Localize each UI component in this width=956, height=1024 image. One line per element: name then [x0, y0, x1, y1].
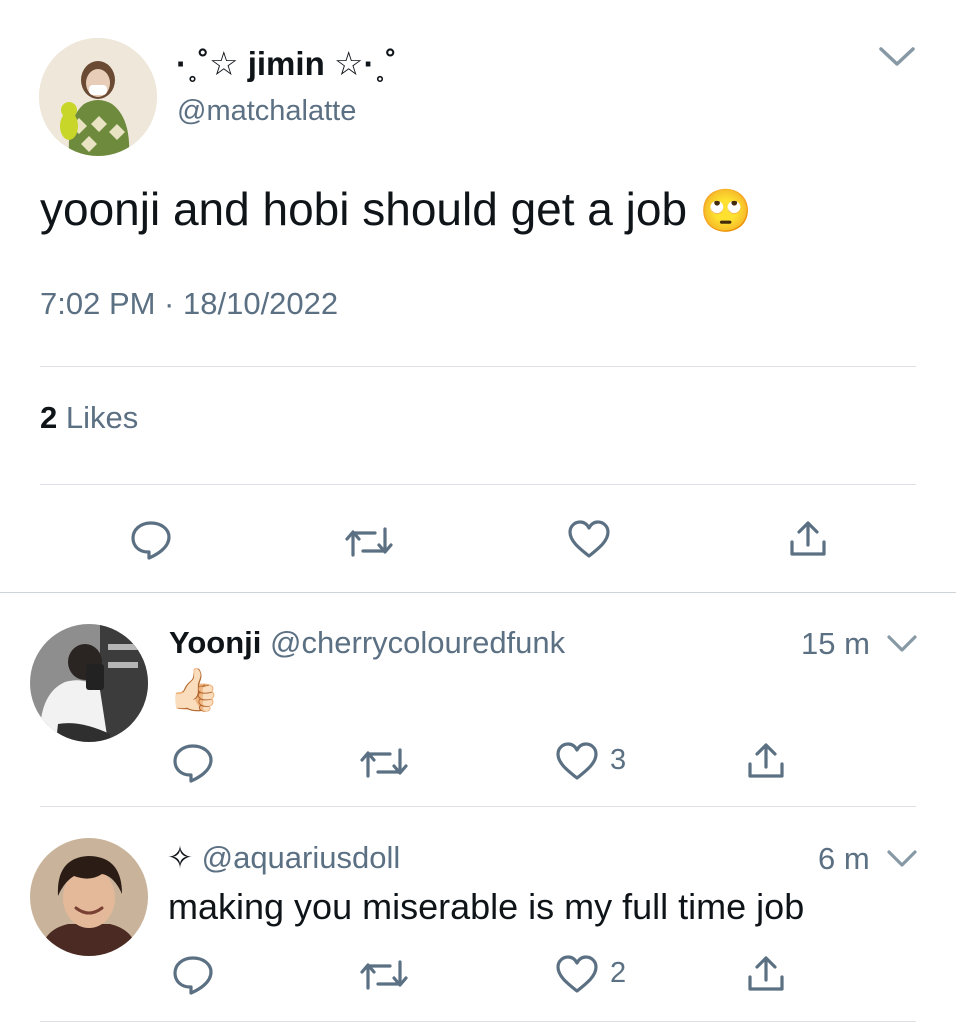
reply-text: making you miserable is my full time job: [168, 886, 805, 927]
sparkle-icon: ✧: [167, 840, 193, 875]
reply-icon[interactable]: [171, 954, 215, 996]
retweet-icon[interactable]: [360, 746, 408, 780]
like-icon[interactable]: [567, 520, 611, 560]
retweet-icon[interactable]: [345, 525, 393, 559]
likes-label: Likes: [65, 400, 139, 435]
reply-header: Yoonji @cherrycolouredfunk: [169, 625, 565, 661]
like-count: 3: [610, 744, 627, 776]
thread-divider: [0, 592, 956, 593]
tweet-text-body: yoonji and hobi should get a job: [40, 183, 688, 235]
retweet-icon[interactable]: [360, 958, 408, 992]
likes-count: 2: [40, 400, 58, 435]
chevron-down-icon[interactable]: [886, 849, 918, 874]
chevron-down-icon[interactable]: [878, 46, 916, 73]
reply-display-name[interactable]: Yoonji: [169, 625, 261, 660]
reply-time: 15 m: [801, 626, 870, 661]
reply-avatar[interactable]: [30, 838, 148, 956]
chevron-down-icon[interactable]: [886, 634, 918, 659]
like-count: 2: [610, 957, 627, 989]
author-display-name[interactable]: ·˳˚☆ jimin ☆·˳˚: [176, 44, 396, 83]
tweet-text: yoonji and hobi should get a job 🙄: [40, 182, 752, 236]
author-handle[interactable]: @matchalatte: [177, 95, 356, 128]
author-avatar[interactable]: [39, 38, 157, 156]
divider: [40, 484, 916, 485]
thumbs-up-emoji: 👍🏻: [168, 666, 221, 713]
reply-header: ✧ @aquariusdoll: [167, 840, 400, 876]
reply-icon[interactable]: [129, 519, 173, 561]
likes-summary[interactable]: 2 Likes: [40, 400, 138, 436]
like-icon[interactable]: [555, 742, 599, 782]
divider: [40, 366, 916, 367]
reply-icon[interactable]: [171, 742, 215, 784]
reply-avatar[interactable]: [30, 624, 148, 742]
share-icon[interactable]: [788, 520, 828, 558]
share-icon[interactable]: [746, 742, 786, 780]
reply-handle[interactable]: @aquariusdoll: [202, 840, 401, 875]
reply-handle[interactable]: @cherrycolouredfunk: [270, 625, 565, 660]
divider: [40, 1021, 916, 1022]
eye-roll-emoji: 🙄: [699, 187, 753, 234]
like-icon[interactable]: [555, 955, 599, 995]
reply-time: 6 m: [818, 841, 870, 876]
tweet-timestamp[interactable]: 7:02 PM · 18/10/2022: [40, 286, 338, 322]
divider: [40, 806, 916, 807]
share-icon[interactable]: [746, 955, 786, 993]
